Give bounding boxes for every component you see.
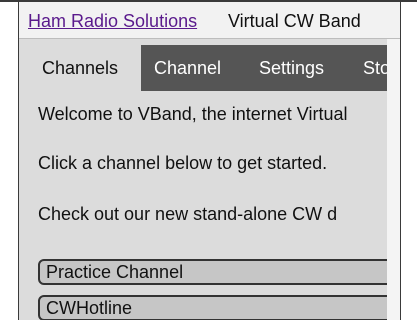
tab-list: Channels Channel Settings Sto <box>19 45 387 91</box>
tab-channel[interactable]: Channel <box>154 45 244 91</box>
channel-button-cwhotline[interactable]: CWHotline <box>38 295 387 320</box>
promo-text: Check out our new stand-alone CW d <box>38 204 338 224</box>
tab-channels[interactable]: Channels <box>19 45 141 91</box>
instruction-text: Click a channel below to get started. <box>38 153 328 173</box>
tab-settings[interactable]: Settings <box>259 45 349 91</box>
site-title: Virtual CW Band <box>228 11 361 31</box>
header-bar: Ham Radio Solutions Virtual CW Band <box>19 2 400 39</box>
frame-right-border <box>400 2 401 320</box>
channel-button-practice[interactable]: Practice Channel <box>38 259 387 285</box>
right-gutter <box>387 39 400 320</box>
tab-store[interactable]: Sto <box>363 45 387 91</box>
ham-radio-solutions-link[interactable]: Ham Radio Solutions <box>28 11 197 32</box>
welcome-text: Welcome to VBand, the internet Virtual <box>38 104 348 124</box>
main-panel: Channels Channel Settings Sto Welcome to… <box>19 39 387 320</box>
